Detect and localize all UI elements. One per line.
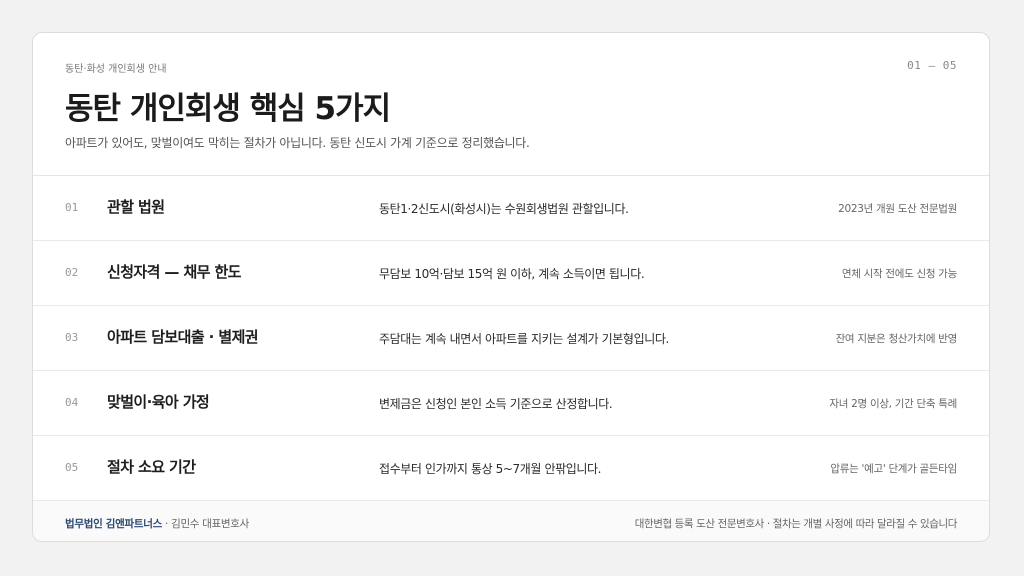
item-description: 주담대는 계속 내면서 아파트를 지키는 설계가 기본형입니다. bbox=[379, 332, 669, 346]
eyebrow-label: 동탄·화성 개인회생 안내 bbox=[65, 64, 167, 75]
card-header: 동탄·화성 개인회생 안내 01 — 05 동탄 개인회생 핵심 5가지 아파트… bbox=[33, 33, 989, 176]
item-number: 04 bbox=[65, 396, 79, 409]
page-subtitle: 아파트가 있어도, 맞벌이여도 막히는 절차가 아닙니다. 동탄 신도시 가계 … bbox=[65, 136, 530, 150]
item-title: 절차 소요 기간 bbox=[107, 458, 196, 476]
item-title: 맞벌이·육아 가정 bbox=[107, 393, 210, 411]
page-indicator: 01 — 05 bbox=[907, 59, 957, 72]
item-note: 잔여 지분은 청산가치에 반영 bbox=[835, 333, 958, 345]
item-note: 압류는 '예고' 단계가 골든타임 bbox=[830, 463, 957, 475]
list-item: 04 맞벌이·육아 가정 변제금은 신청인 본인 소득 기준으로 산정합니다. … bbox=[33, 371, 989, 436]
item-title: 아파트 담보대출 · 별제권 bbox=[107, 328, 259, 346]
item-title: 신청자격 — 채무 한도 bbox=[107, 263, 241, 281]
item-number: 05 bbox=[65, 461, 79, 474]
item-number: 03 bbox=[65, 331, 79, 344]
list-item: 05 절차 소요 기간 접수부터 인가까지 통상 5~7개월 안팎입니다. 압류… bbox=[33, 436, 989, 501]
item-note: 자녀 2명 이상, 기간 단축 특례 bbox=[829, 398, 957, 410]
item-description: 동탄1·2신도시(화성시)는 수원회생법원 관할입니다. bbox=[379, 202, 629, 216]
item-description: 변제금은 신청인 본인 소득 기준으로 산정합니다. bbox=[379, 397, 613, 411]
lawyer-name: · 김민수 대표변호사 bbox=[161, 518, 249, 530]
item-description: 무담보 10억·담보 15억 원 이하, 계속 소득이면 됩니다. bbox=[379, 267, 645, 281]
footer-credit: 법무법인 김앤파트너스 · 김민수 대표변호사 bbox=[65, 516, 249, 531]
info-card: 동탄·화성 개인회생 안내 01 — 05 동탄 개인회생 핵심 5가지 아파트… bbox=[32, 32, 990, 542]
list-item: 02 신청자격 — 채무 한도 무담보 10억·담보 15억 원 이하, 계속 … bbox=[33, 241, 989, 306]
footer-disclaimer: 대한변협 등록 도산 전문변호사 · 절차는 개별 사정에 따라 달라질 수 있… bbox=[634, 518, 958, 530]
item-note: 연체 시작 전에도 신청 가능 bbox=[841, 268, 957, 280]
item-number: 01 bbox=[65, 201, 79, 214]
card-footer: 법무법인 김앤파트너스 · 김민수 대표변호사 대한변협 등록 도산 전문변호사… bbox=[33, 501, 989, 541]
item-number: 02 bbox=[65, 266, 79, 279]
item-title: 관할 법원 bbox=[107, 198, 165, 216]
firm-name: 법무법인 김앤파트너스 bbox=[65, 518, 162, 530]
page-title: 동탄 개인회생 핵심 5가지 bbox=[65, 91, 391, 127]
list-item: 01 관할 법원 동탄1·2신도시(화성시)는 수원회생법원 관할입니다. 20… bbox=[33, 176, 989, 241]
list-item: 03 아파트 담보대출 · 별제권 주담대는 계속 내면서 아파트를 지키는 설… bbox=[33, 306, 989, 371]
item-note: 2023년 개원 도산 전문법원 bbox=[838, 203, 957, 215]
item-description: 접수부터 인가까지 통상 5~7개월 안팎입니다. bbox=[379, 462, 602, 476]
